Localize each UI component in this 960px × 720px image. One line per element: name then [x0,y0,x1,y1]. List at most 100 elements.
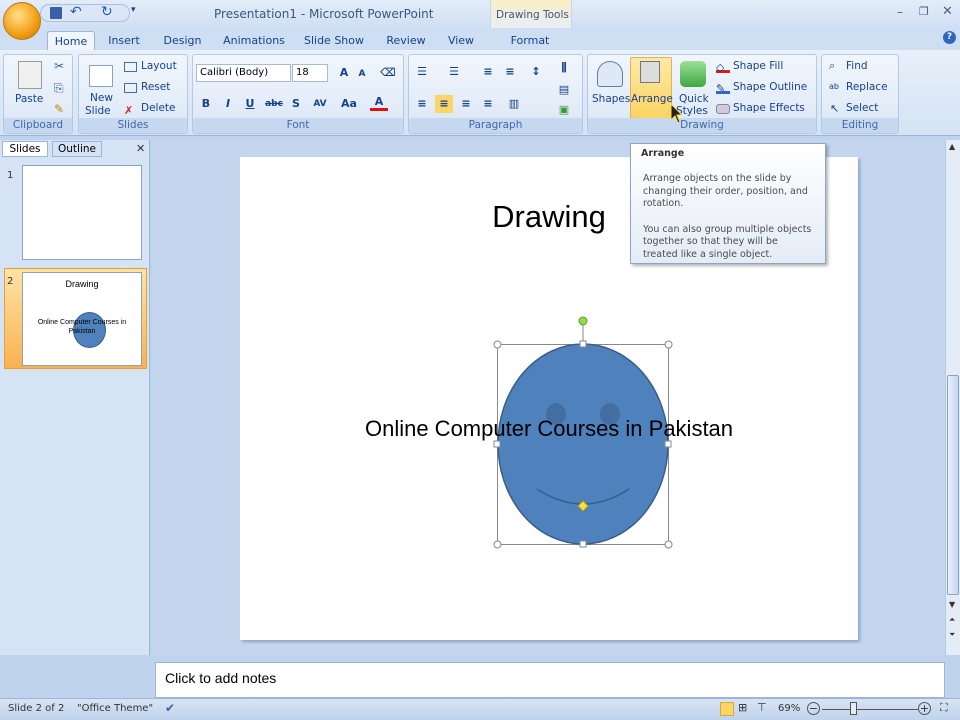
tab-review[interactable]: Review [384,31,428,50]
clipboard-group: Paste ✂ ⎘ ✎ Clipboard [3,54,73,134]
grow-font-button[interactable]: A [335,64,353,82]
tab-home[interactable]: Home [47,31,95,50]
format-painter-icon[interactable]: ✎ [54,102,64,116]
copy-icon[interactable]: ⎘ [54,81,64,96]
customize-qat-icon[interactable]: ▾ [131,5,136,15]
decrease-indent-button[interactable]: ≡ [479,63,497,81]
columns-button[interactable]: ▥ [505,95,523,113]
notes-pane[interactable]: Click to add notes [155,662,945,698]
shapes-icon[interactable] [597,61,623,87]
underline-button[interactable]: U [241,95,259,113]
replace-button[interactable]: Replace [846,81,888,93]
new-slide-button[interactable]: New [90,92,113,104]
bullets-button[interactable]: ☰ [413,63,431,81]
close-button[interactable]: ✕ [942,4,953,19]
character-spacing-button[interactable]: AV [309,95,331,113]
layout-button[interactable]: Layout [141,60,177,72]
smartart-button[interactable]: ▣ [555,101,573,119]
zoom-slider-thumb[interactable] [850,702,857,715]
text-direction-button[interactable]: ⫼ [555,59,573,77]
line-spacing-button[interactable]: ↕ [527,63,545,81]
find-icon[interactable]: ⌕ [829,59,835,73]
shape-outline-button[interactable]: Shape Outline [733,81,807,93]
strikethrough-button[interactable]: abc [263,95,285,113]
undo-icon[interactable]: ↶ [70,4,82,20]
align-center-button[interactable]: ≡ [435,95,453,113]
spell-check-icon[interactable]: ✔ [165,701,175,715]
slide-sorter-button[interactable]: ⊞ [738,701,747,714]
next-slide-button[interactable]: ⏷ [949,630,955,640]
redo-icon[interactable]: ↻ [101,4,113,20]
slide-thumbnail-2[interactable]: Drawing Online Computer Courses in Pakis… [22,272,142,366]
shape-fill-button[interactable]: Shape Fill [733,60,783,72]
numbering-button[interactable]: ☰ [445,63,463,81]
close-panel-button[interactable]: ✕ [136,142,145,155]
quick-styles-icon[interactable] [680,61,706,87]
align-left-button[interactable]: ≡ [413,95,431,113]
scroll-thumb[interactable] [947,375,959,595]
paste-button[interactable]: Paste [15,93,43,105]
previous-slide-button[interactable]: ⏶ [949,615,955,625]
align-text-button[interactable]: ▤ [555,81,573,99]
font-size-select[interactable]: 18 [292,64,328,82]
normal-view-button[interactable] [720,702,734,716]
tab-slide-show[interactable]: Slide Show [303,31,365,50]
tab-slides[interactable]: Slides [2,141,48,157]
tab-animations[interactable]: Animations [222,31,286,50]
shapes-button[interactable]: Shapes [592,93,630,105]
slide-body-text[interactable]: Online Computer Courses in Pakistan [240,416,858,442]
vertical-scrollbar[interactable]: ▲ ▼ ⏶ ⏷ [945,140,960,655]
font-name-select[interactable]: Calibri (Body) [196,64,291,82]
scroll-up-arrow[interactable]: ▲ [949,142,955,151]
scroll-down-arrow[interactable]: ▼ [949,600,955,609]
reset-button[interactable]: Reset [141,81,170,93]
fit-to-window-button[interactable]: ⛶ [940,701,948,715]
select-icon[interactable]: ↖ [830,102,839,115]
italic-button[interactable]: I [219,95,237,113]
change-case-button[interactable]: Aa [338,95,360,113]
shadow-button[interactable]: S [287,95,305,113]
paragraph-label: Paragraph [409,118,582,133]
tab-format[interactable]: Format [505,31,555,50]
zoom-out-button[interactable]: − [807,702,820,715]
restore-button[interactable]: ❐ [919,5,929,18]
new-slide-label[interactable]: Slide [85,105,111,117]
save-icon[interactable] [50,7,62,19]
tab-design[interactable]: Design [160,31,205,50]
thumb-text: Online Computer Courses in Pakistan [37,319,127,335]
shrink-font-button[interactable]: A [353,65,371,83]
shape-outline-icon[interactable]: ✎ [716,82,730,95]
align-right-button[interactable]: ≡ [457,95,475,113]
new-slide-icon[interactable] [89,65,113,87]
notes-placeholder[interactable]: Click to add notes [165,670,276,686]
justify-button[interactable]: ≡ [479,95,497,113]
increase-indent-button[interactable]: ≡ [501,63,519,81]
font-color-button[interactable]: A [370,93,388,111]
shape-fill-icon[interactable]: ◇ [716,61,730,74]
cut-icon[interactable]: ✂ [54,59,64,73]
delete-icon[interactable]: ✗ [124,104,133,117]
minimize-button[interactable]: – [897,5,903,19]
clipboard-label: Clipboard [4,118,72,133]
tab-insert[interactable]: Insert [104,31,144,50]
paste-icon[interactable] [18,61,42,89]
clear-formatting-button[interactable]: ⌫ [379,64,397,82]
office-button[interactable] [3,2,41,40]
slide-show-button[interactable]: ⊤ [757,701,767,714]
replace-icon[interactable]: ab [829,82,839,91]
bold-button[interactable]: B [197,95,215,113]
zoom-in-button[interactable]: + [918,702,931,715]
tab-view[interactable]: View [444,31,478,50]
layout-icon[interactable] [124,62,137,72]
shape-effects-button[interactable]: Shape Effects [733,102,805,114]
zoom-slider-track[interactable] [822,709,918,710]
tab-outline[interactable]: Outline [52,141,102,157]
reset-icon[interactable] [124,83,137,93]
shape-effects-icon[interactable] [716,104,730,114]
help-icon[interactable]: ? [943,31,956,44]
delete-button[interactable]: Delete [141,102,176,114]
select-button[interactable]: Select [846,102,878,114]
slide-thumbnail-1[interactable] [22,165,142,260]
find-button[interactable]: Find [846,60,868,72]
zoom-level[interactable]: 69% [778,703,800,714]
